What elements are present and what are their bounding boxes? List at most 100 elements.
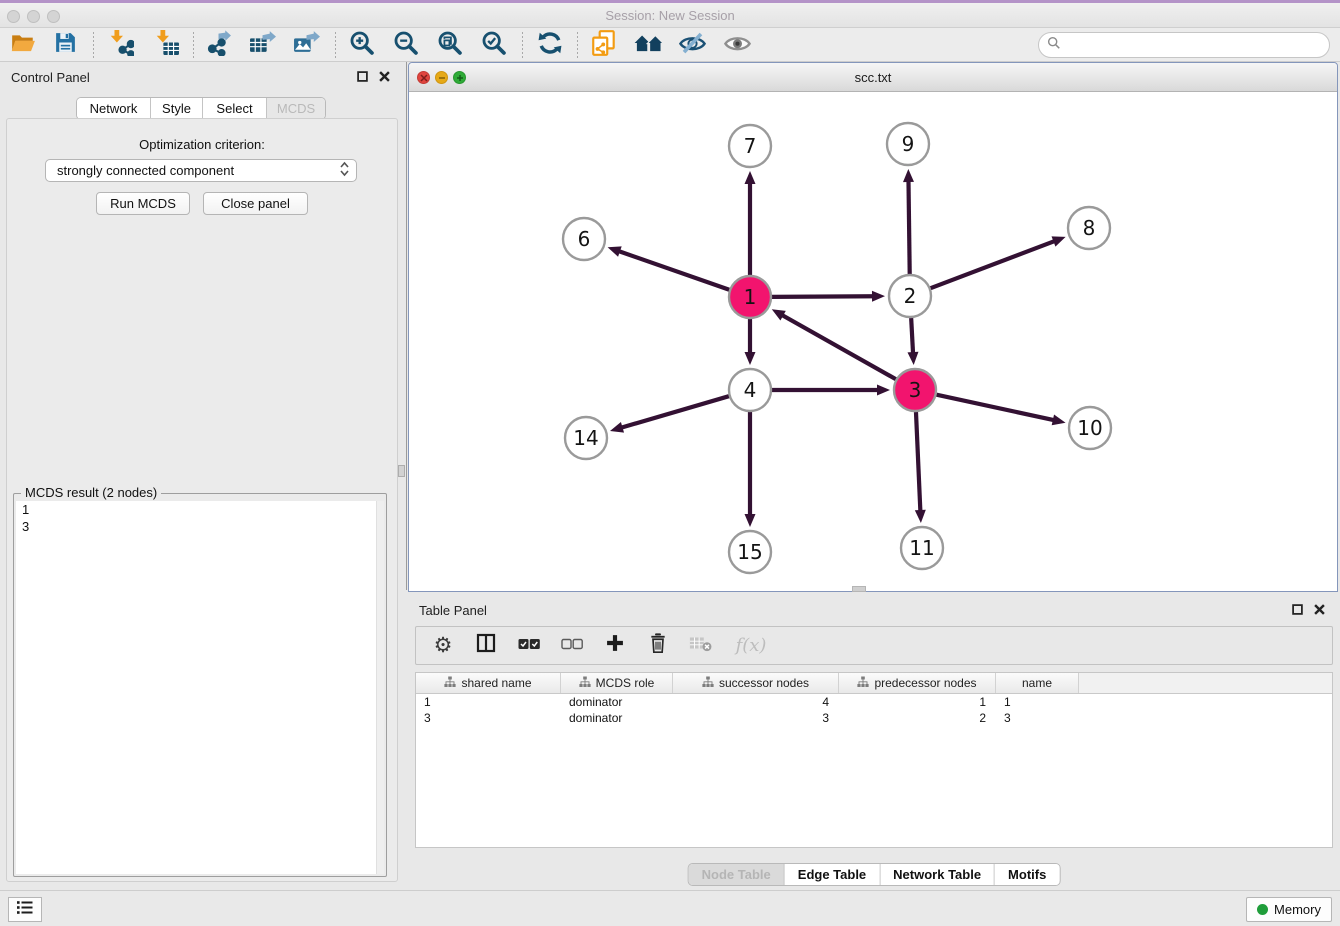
- delete-table-button: [688, 633, 714, 659]
- refresh-view-button[interactable]: [533, 29, 567, 61]
- float-panel-icon[interactable]: [356, 70, 369, 83]
- zoom-fit-button[interactable]: [433, 29, 467, 61]
- show-all-button[interactable]: [720, 29, 754, 61]
- delete-column-button[interactable]: [645, 633, 671, 659]
- column-type-icon: [702, 676, 714, 691]
- graph-edge-2-3[interactable]: [911, 318, 913, 354]
- optimization-criterion-dropdown[interactable]: strongly connected component: [45, 159, 357, 182]
- home-icon: [634, 28, 664, 63]
- run-mcds-button[interactable]: Run MCDS: [96, 192, 190, 215]
- tab-node-table[interactable]: Node Table: [689, 864, 785, 885]
- zoom-in-button[interactable]: [345, 29, 379, 61]
- status-bar: Memory: [0, 890, 1340, 926]
- select-all-button[interactable]: [516, 633, 542, 659]
- graph-node-label-2: 2: [904, 284, 917, 308]
- open-folder-icon: [10, 30, 36, 61]
- graph-edge-1-2[interactable]: [772, 296, 874, 297]
- toolbar-separator: [522, 32, 523, 58]
- graph-arrowhead-1-6: [608, 246, 622, 256]
- float-table-panel-icon[interactable]: [1291, 603, 1304, 616]
- graph-arrowhead-3-10: [1052, 415, 1066, 426]
- graph-arrowhead-1-7: [745, 171, 756, 184]
- vertical-splitter-handle[interactable]: [398, 465, 405, 477]
- memory-button[interactable]: Memory: [1246, 897, 1332, 922]
- zoom-selected-icon: [480, 29, 508, 62]
- search-input[interactable]: [1066, 38, 1329, 53]
- table-panel-title: Table Panel: [419, 603, 487, 618]
- table-row[interactable]: 3dominator323: [416, 710, 1332, 726]
- import-network-button[interactable]: [103, 29, 137, 61]
- column-header-label: successor nodes: [719, 676, 809, 690]
- graph-edge-4-14[interactable]: [621, 396, 729, 428]
- deselect-all-button[interactable]: [559, 633, 585, 659]
- plus-icon: [605, 633, 625, 658]
- trash-icon: [648, 632, 668, 659]
- tab-select[interactable]: Select: [203, 98, 267, 119]
- memory-status-icon: [1257, 904, 1268, 915]
- column-header-MCDS-role[interactable]: MCDS role: [561, 673, 673, 693]
- column-type-icon: [579, 676, 591, 691]
- tab-network-table[interactable]: Network Table: [880, 864, 995, 885]
- home-button[interactable]: [632, 29, 666, 61]
- column-chooser-button[interactable]: [473, 633, 499, 659]
- table-panel-header: Table Panel: [408, 595, 1340, 627]
- eye-icon: [723, 28, 752, 62]
- tab-network[interactable]: Network: [77, 98, 151, 119]
- graph-node-label-3: 3: [909, 378, 922, 402]
- zoom-in-icon: [348, 29, 376, 62]
- save-floppy-icon: [53, 30, 78, 60]
- vertical-splitter: [406, 62, 407, 590]
- horizontal-splitter-handle[interactable]: [852, 586, 866, 592]
- close-table-panel-icon[interactable]: [1313, 603, 1326, 616]
- tab-edge-table[interactable]: Edge Table: [785, 864, 880, 885]
- graph-node-label-6: 6: [578, 227, 591, 251]
- column-header-name[interactable]: name: [996, 673, 1079, 693]
- table-header-row: shared name MCDS role successor nodes prede…: [416, 673, 1332, 694]
- graph-edge-2-9[interactable]: [908, 180, 909, 274]
- import-table-icon: [153, 29, 180, 61]
- save-session-button[interactable]: [48, 29, 82, 61]
- tab-mcds[interactable]: MCDS: [267, 98, 325, 119]
- mcds-result-textarea[interactable]: 13: [16, 501, 384, 874]
- result-scrollbar[interactable]: [376, 501, 384, 874]
- graph-edge-1-6[interactable]: [618, 251, 729, 290]
- close-panel-button[interactable]: Close panel: [203, 192, 308, 215]
- close-panel-icon[interactable]: [378, 70, 391, 83]
- network-canvas[interactable]: 7968124314101511: [409, 92, 1337, 591]
- graph-edge-2-8[interactable]: [931, 241, 1056, 288]
- open-file-button[interactable]: [6, 29, 40, 61]
- tab-style[interactable]: Style: [151, 98, 203, 119]
- hide-selection-button[interactable]: [675, 29, 709, 61]
- column-header-successor-nodes[interactable]: successor nodes: [673, 673, 839, 693]
- table-settings-button[interactable]: ⚙: [430, 633, 456, 659]
- network-view-window: scc.txt 7968124314101511: [408, 62, 1338, 592]
- table-cell: dominator: [561, 694, 673, 710]
- dropdown-stepper-icon: [339, 161, 350, 180]
- add-column-button[interactable]: [602, 633, 628, 659]
- graph-node-label-15: 15: [737, 540, 762, 564]
- table-cell: 2: [839, 710, 996, 726]
- tab-motifs[interactable]: Motifs: [995, 864, 1059, 885]
- mcds-result-lines: 13: [16, 501, 384, 535]
- graph-edge-3-1[interactable]: [781, 315, 895, 380]
- zoom-out-button[interactable]: [389, 29, 423, 61]
- app-titlebar: Session: New Session: [0, 3, 1340, 28]
- network-window-titlebar: scc.txt: [409, 63, 1337, 92]
- column-header-label: MCDS role: [596, 676, 655, 690]
- export-table-button[interactable]: [245, 29, 279, 61]
- column-header-predecessor-nodes[interactable]: predecessor nodes: [839, 673, 996, 693]
- table-row[interactable]: 1dominator411: [416, 694, 1332, 710]
- task-history-button[interactable]: [8, 897, 42, 922]
- graph-node-label-9: 9: [902, 132, 915, 156]
- export-network-button[interactable]: [201, 29, 235, 61]
- graph-arrowhead-2-8: [1052, 236, 1066, 246]
- column-header-shared-name[interactable]: shared name: [416, 673, 561, 693]
- zoom-selected-button[interactable]: [477, 29, 511, 61]
- column-header-label: shared name: [461, 676, 531, 690]
- graph-node-label-8: 8: [1083, 216, 1096, 240]
- graph-edge-3-10[interactable]: [936, 395, 1054, 421]
- export-image-button[interactable]: [289, 29, 323, 61]
- clone-network-button[interactable]: [587, 29, 621, 61]
- import-table-button[interactable]: [149, 29, 183, 61]
- graph-edge-3-11[interactable]: [916, 412, 920, 512]
